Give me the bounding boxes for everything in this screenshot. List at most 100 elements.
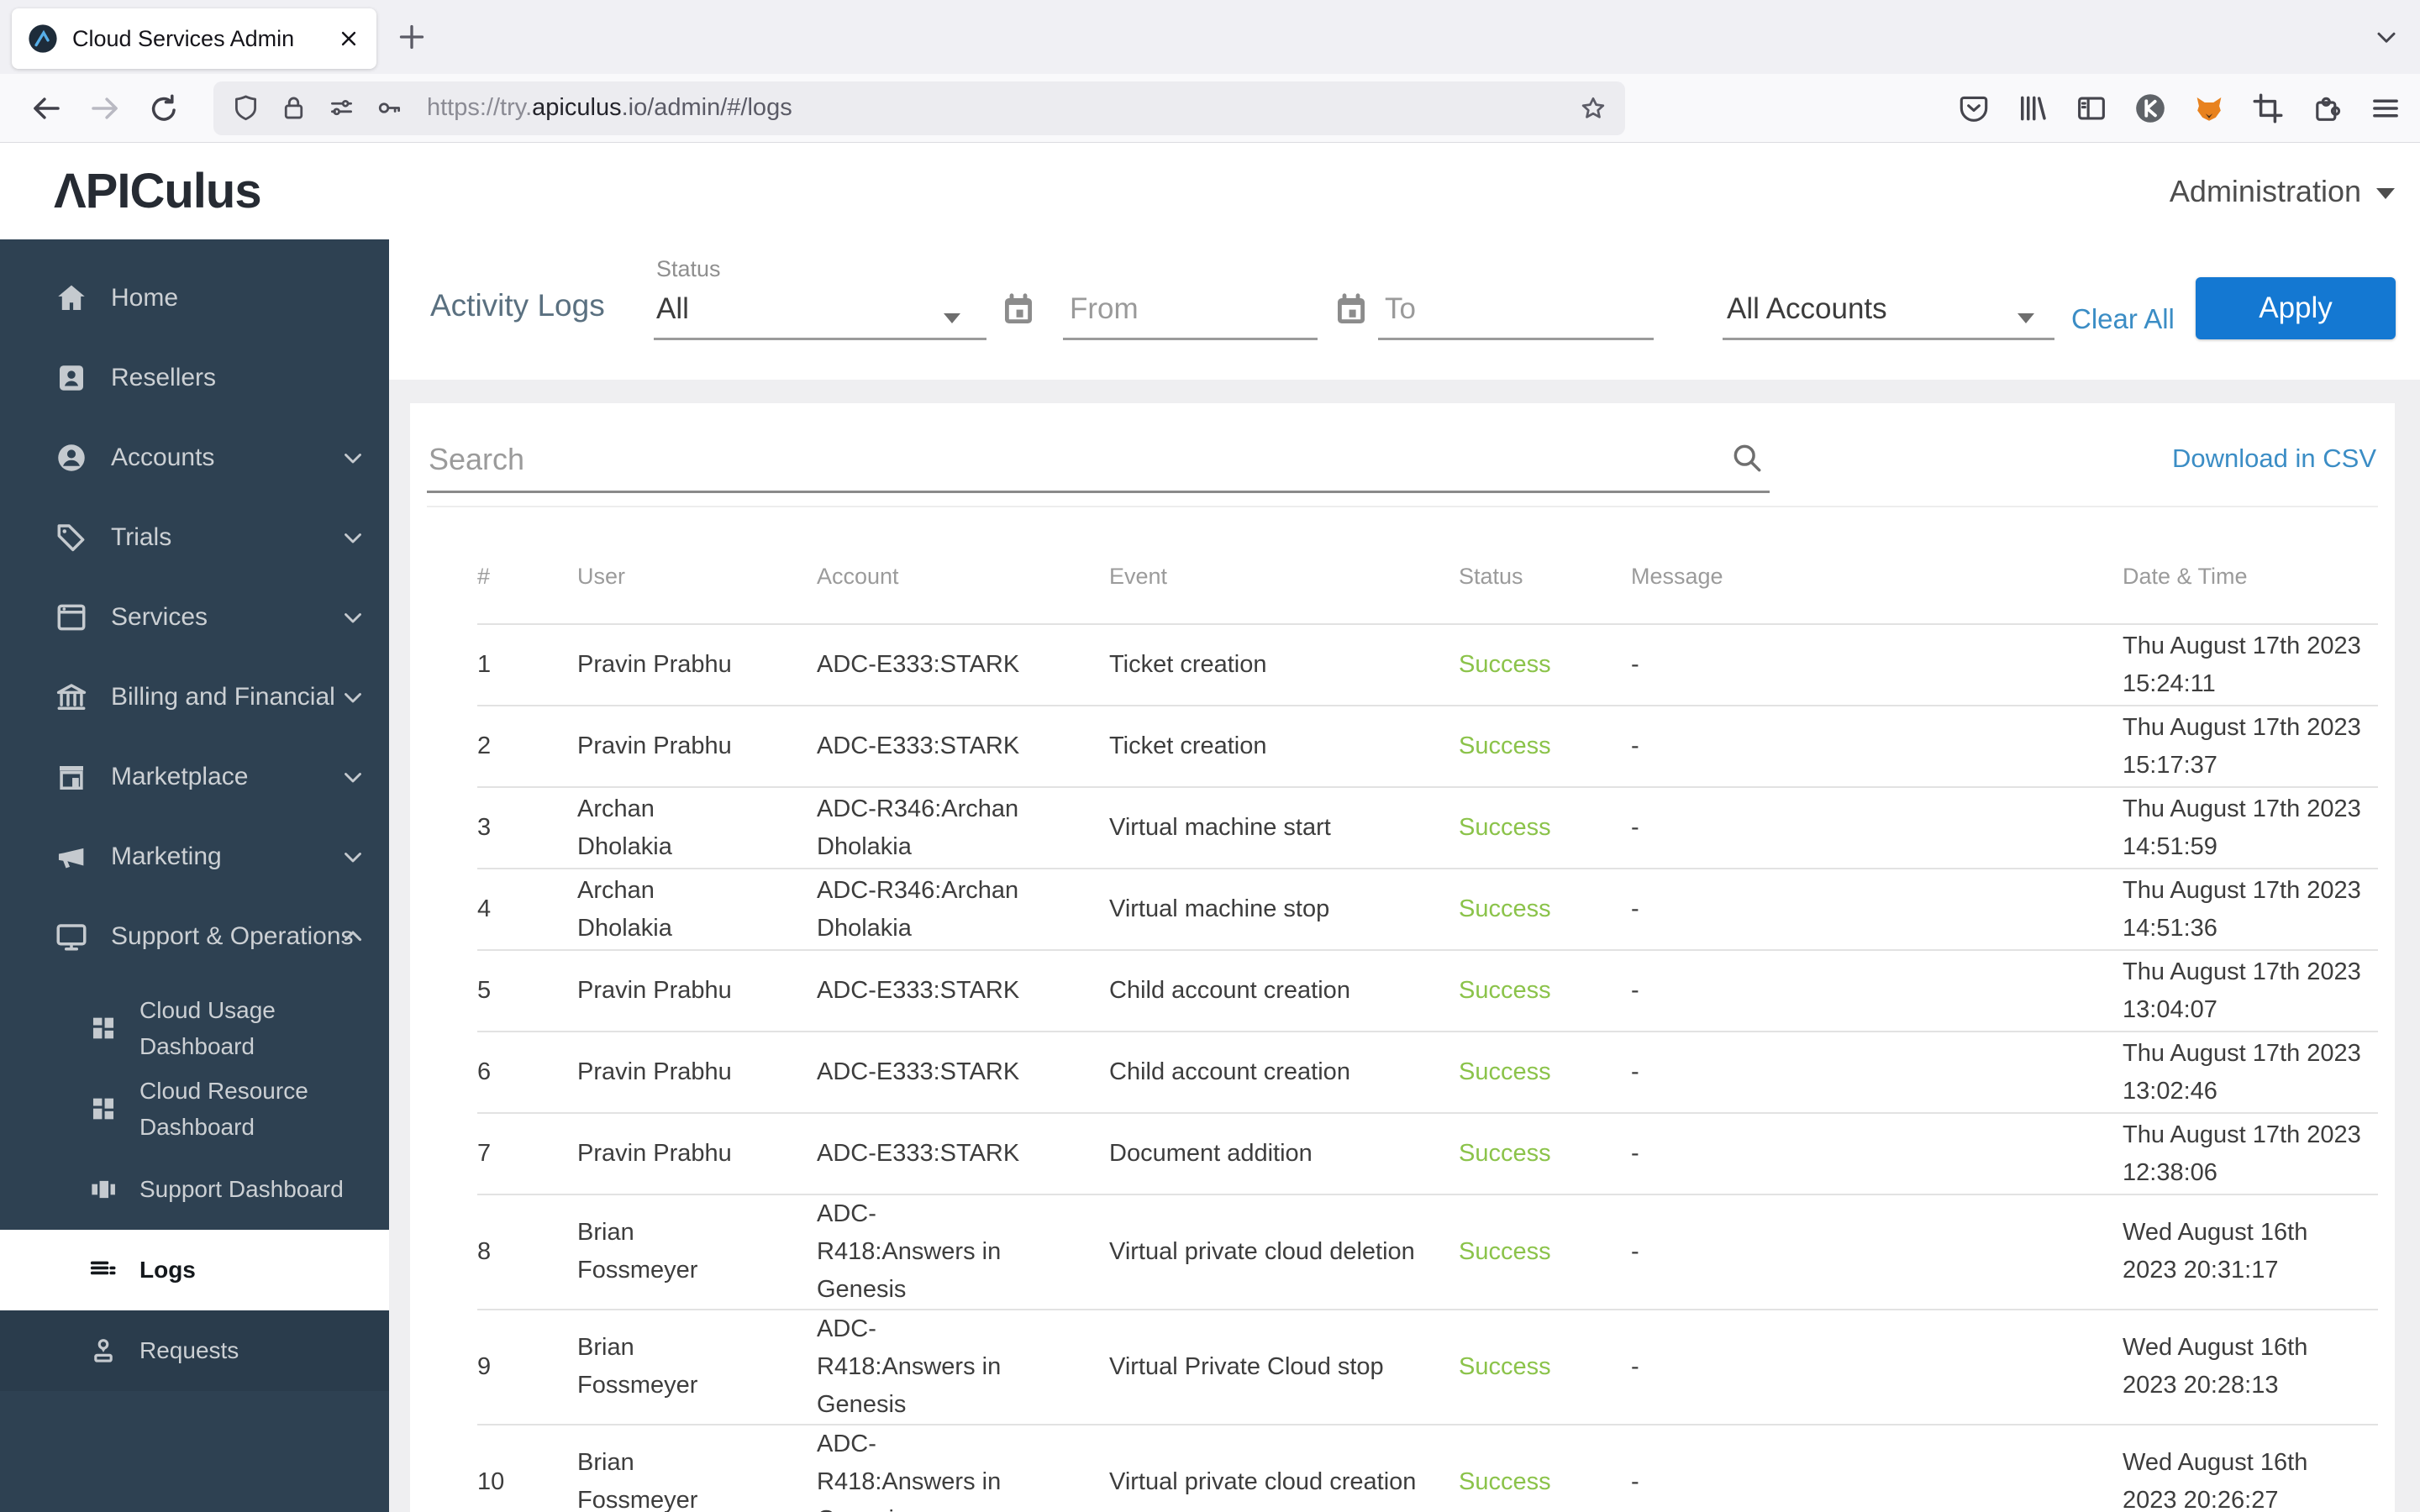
bookmark-star-icon[interactable]	[1578, 93, 1608, 123]
screenshot-crop-icon[interactable]	[2250, 91, 2286, 126]
table-row[interactable]: 5Pravin PrabhuADC-E333:STARKChild accoun…	[477, 949, 2378, 1031]
logs-card: Search Download in CSV #UserAccountEvent…	[410, 403, 2395, 1512]
site-favicon	[27, 23, 59, 55]
metamask-fox-icon[interactable]	[2191, 91, 2227, 126]
sidebar-item-resellers[interactable]: Resellers	[0, 338, 389, 417]
chevron-down-icon	[339, 843, 367, 871]
sidebar-item-services[interactable]: Services	[0, 577, 389, 657]
tracking-shield-icon[interactable]	[230, 92, 261, 123]
table-row[interactable]: 8Brian FossmeyerADC-R418:Answers in Gene…	[477, 1194, 2378, 1309]
sidebar-item-label: Requests	[139, 1332, 239, 1368]
table-row[interactable]: 6Pravin PrabhuADC-E333:STARKChild accoun…	[477, 1031, 2378, 1112]
library-icon[interactable]	[2015, 91, 2050, 126]
tab-close-icon[interactable]	[336, 26, 361, 51]
sidebar-item-logs[interactable]: Logs	[0, 1230, 389, 1310]
cell-num: 9	[477, 1348, 577, 1386]
cell-event: Ticket creation	[1109, 646, 1433, 684]
cell-num: 7	[477, 1135, 577, 1173]
sidebar-item-requests[interactable]: Requests	[0, 1310, 389, 1391]
calendar-icon-to[interactable]	[1331, 290, 1371, 330]
apply-button[interactable]: Apply	[2196, 277, 2396, 339]
cell-num: 6	[477, 1053, 577, 1091]
sidebar-item-label: Marketplace	[111, 763, 248, 791]
back-icon[interactable]	[29, 91, 64, 126]
sidebar-toggle-icon[interactable]	[2074, 91, 2109, 126]
cell-account: ADC-E333:STARK	[817, 1135, 1037, 1173]
cell-message: -	[1631, 646, 2123, 684]
cell-message: -	[1631, 890, 2123, 928]
column-header-message: Message	[1631, 559, 2123, 595]
administration-menu[interactable]: Administration	[2170, 174, 2395, 209]
search-icon[interactable]	[1729, 440, 1765, 475]
cell-num: 5	[477, 972, 577, 1010]
new-tab-button[interactable]	[395, 20, 429, 54]
from-date-input[interactable]: From	[1070, 292, 1139, 326]
sidebar-item-cloud-resource-dashboard[interactable]: Cloud Resource Dashboard	[0, 1068, 389, 1149]
cell-event: Document addition	[1109, 1135, 1433, 1173]
cell-account: ADC-R418:Answers in Genesis	[817, 1310, 1037, 1424]
status-underline	[654, 338, 986, 340]
sidebar-item-billing-and-financial[interactable]: Billing and Financial	[0, 657, 389, 737]
table-row[interactable]: 2Pravin PrabhuADC-E333:STARKTicket creat…	[477, 705, 2378, 786]
grid-icon	[87, 1093, 119, 1125]
lock-icon[interactable]	[278, 92, 309, 123]
cell-status: Success	[1459, 809, 1631, 847]
extensions-puzzle-icon[interactable]	[2309, 91, 2344, 126]
activity-logs-table: #UserAccountEventStatusMessageDate & Tim…	[477, 507, 2378, 1512]
list-all-tabs-icon[interactable]	[2371, 22, 2402, 52]
sidebar-item-support-operations[interactable]: Support & Operations	[0, 896, 389, 976]
calendar-icon-from[interactable]	[998, 290, 1039, 330]
sidebar-item-label: Services	[111, 603, 208, 632]
cell-message: -	[1631, 972, 2123, 1010]
person-pin-icon	[87, 1335, 119, 1367]
cell-date: Thu August 17th 2023 12:38:06	[2123, 1116, 2376, 1192]
table-row[interactable]: 10Brian FossmeyerADC-R418:Answers in Gen…	[477, 1424, 2378, 1512]
sidebar-item-support-dashboard[interactable]: Support Dashboard	[0, 1149, 389, 1230]
column-header-event: Event	[1109, 559, 1459, 595]
sidebar-item-marketplace[interactable]: Marketplace	[0, 737, 389, 816]
cell-message: -	[1631, 1463, 2123, 1501]
clear-all-link[interactable]: Clear All	[2071, 303, 2175, 335]
url-text: https://try.apiculus.io/admin/#/logs	[427, 94, 1578, 122]
cell-account: ADC-E333:STARK	[817, 972, 1037, 1010]
permissions-icon[interactable]	[326, 92, 357, 123]
status-select-value[interactable]: All	[656, 292, 689, 326]
column-header-account: Account	[817, 559, 1109, 595]
sidebar-item-marketing[interactable]: Marketing	[0, 816, 389, 896]
to-date-input[interactable]: To	[1385, 292, 1416, 326]
table-row[interactable]: 3Archan DholakiaADC-R346:Archan Dholakia…	[477, 786, 2378, 868]
table-row[interactable]: 4Archan DholakiaADC-R346:Archan Dholakia…	[477, 868, 2378, 949]
download-csv-link[interactable]: Download in CSV	[2172, 444, 2376, 474]
megaphone-icon	[54, 839, 89, 874]
columns-icon	[87, 1173, 119, 1205]
cell-account: ADC-R418:Answers in Genesis	[817, 1425, 1037, 1512]
accounts-select-value[interactable]: All Accounts	[1727, 292, 1887, 326]
browser-tab[interactable]: Cloud Services Admin	[12, 8, 376, 69]
url-bar[interactable]: https://try.apiculus.io/admin/#/logs	[213, 81, 1625, 135]
cell-message: -	[1631, 1233, 2123, 1271]
search-input[interactable]: Search	[427, 430, 1770, 493]
table-row[interactable]: 7Pravin PrabhuADC-E333:STARKDocument add…	[477, 1112, 2378, 1194]
forward-icon[interactable]	[87, 91, 123, 126]
table-row[interactable]: 1Pravin PrabhuADC-E333:STARKTicket creat…	[477, 623, 2378, 705]
cell-date: Wed August 16th 2023 20:28:13	[2123, 1329, 2376, 1404]
sidebar-item-accounts[interactable]: Accounts	[0, 417, 389, 497]
table-header-row: #UserAccountEventStatusMessageDate & Tim…	[477, 507, 2378, 623]
sidebar-item-cloud-usage-dashboard[interactable]: Cloud Usage Dashboard	[0, 988, 389, 1068]
sidebar-item-home[interactable]: Home	[0, 258, 389, 338]
pocket-icon[interactable]	[1956, 91, 1991, 126]
menu-hamburger-icon[interactable]	[2368, 91, 2403, 126]
sidebar-item-trials[interactable]: Trials	[0, 497, 389, 577]
cell-date: Thu August 17th 2023 15:17:37	[2123, 709, 2376, 785]
kagi-extension-icon[interactable]	[2133, 91, 2168, 126]
accounts-dropdown-caret[interactable]	[2018, 313, 2034, 323]
key-icon[interactable]	[374, 92, 405, 123]
table-row[interactable]: 9Brian FossmeyerADC-R418:Answers in Gene…	[477, 1309, 2378, 1424]
cell-account: ADC-R346:Archan Dholakia	[817, 872, 1037, 948]
cell-date: Thu August 17th 2023 13:02:46	[2123, 1035, 2376, 1110]
cell-date: Wed August 16th 2023 20:26:27	[2123, 1444, 2376, 1512]
cell-user: Archan Dholakia	[577, 790, 757, 866]
reload-icon[interactable]	[146, 91, 182, 126]
cell-message: -	[1631, 1053, 2123, 1091]
status-dropdown-caret[interactable]	[944, 313, 960, 323]
